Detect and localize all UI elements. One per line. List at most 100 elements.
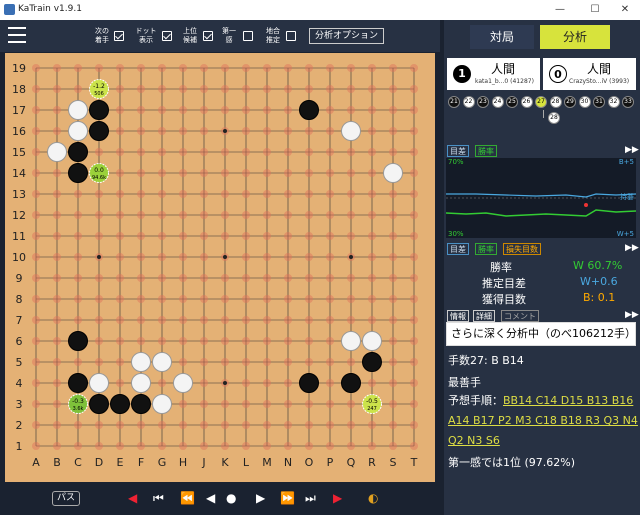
star-point: [97, 255, 101, 259]
move-node[interactable]: 22: [462, 96, 475, 108]
back-one-icon[interactable]: ◀: [206, 490, 215, 506]
black-stone: [299, 100, 319, 120]
policy-checkbox[interactable]: [243, 31, 253, 41]
stats-tab-winrate[interactable]: 勝率: [475, 243, 497, 255]
column-label: G: [158, 456, 167, 469]
move-node[interactable]: 29: [564, 96, 576, 108]
ownership-dot: [410, 85, 418, 93]
ownership-dot: [284, 400, 292, 408]
menu-icon[interactable]: [8, 27, 26, 43]
move-node[interactable]: 33: [622, 96, 634, 108]
info-tab[interactable]: 情報: [447, 310, 469, 322]
ownership-dot: [368, 190, 376, 198]
analysis-options-button[interactable]: 分析オプション: [309, 28, 384, 44]
ownership-dot: [389, 421, 397, 429]
ownership-dot: [221, 274, 229, 282]
hint-score: -0.5: [366, 398, 378, 405]
pv-link-1[interactable]: BB14 C14 D15 B13 B16: [503, 394, 633, 407]
move-node[interactable]: 21: [448, 96, 460, 108]
maximize-button[interactable]: ☐: [580, 1, 610, 19]
minimize-button[interactable]: —: [545, 1, 575, 19]
timeline-slider[interactable]: ●: [226, 490, 236, 506]
pass-button[interactable]: パス: [52, 491, 80, 506]
ownership-dot: [263, 295, 271, 303]
prev-mistake-icon[interactable]: ◀: [128, 490, 137, 506]
tab-play[interactable]: 対局: [470, 25, 534, 49]
back-ten-icon[interactable]: ⏪: [180, 490, 195, 506]
move-node[interactable]: 31: [593, 96, 605, 108]
ownership-dot: [410, 64, 418, 72]
move-node[interactable]: 27: [535, 96, 547, 108]
deep-analysis-button[interactable]: さらに深く分析中（のべ106212手）: [446, 322, 636, 346]
move-node[interactable]: 30: [578, 96, 591, 108]
ownership-dot: [263, 169, 271, 177]
move-node[interactable]: 28: [548, 112, 560, 124]
collapse-icon[interactable]: ▶▶: [625, 145, 639, 155]
white-stone: [68, 121, 88, 141]
first-move-icon[interactable]: ⏮: [153, 490, 164, 506]
go-board[interactable]: A B C D E F G H J K L M N O P Q R S T 19 18 17 16 15 14 13 12 11 10 9…: [5, 53, 435, 482]
ownership-dot: [221, 400, 229, 408]
tab-analysis[interactable]: 分析: [540, 25, 610, 49]
ownership-dot: [242, 85, 250, 93]
white-stone: [341, 331, 361, 351]
close-button[interactable]: ✕: [610, 1, 640, 19]
title-bar: KaTrain v1.9.1 — ☐ ✕: [0, 0, 640, 20]
ownership-dot: [242, 358, 250, 366]
move-node[interactable]: 24: [491, 96, 504, 108]
ownership-dot: [242, 253, 250, 261]
hint-visits: 3.6k: [73, 406, 84, 412]
ownership-dot: [74, 211, 82, 219]
ownership-dot: [95, 442, 103, 450]
ownership-dot: [389, 148, 397, 156]
next-move-checkbox[interactable]: [114, 31, 124, 41]
pv-label: 予想手順：: [448, 394, 503, 407]
detail-tab[interactable]: 詳細: [473, 310, 495, 322]
move-node[interactable]: 26: [520, 96, 533, 108]
points-label: 獲得目数: [482, 293, 526, 306]
stats-tab-points-lost[interactable]: 損失目数: [503, 243, 541, 255]
ownership-dot: [263, 358, 271, 366]
ownership-dot: [137, 274, 145, 282]
ownership-dot: [305, 211, 313, 219]
ownership-dot: [200, 442, 208, 450]
pv-link-3[interactable]: Q2 N3 S6: [448, 434, 500, 448]
forward-ten-icon[interactable]: ⏩: [280, 490, 295, 506]
ownership-dot: [284, 64, 292, 72]
graph-tab-score[interactable]: 目差: [447, 145, 469, 157]
dots-checkbox[interactable]: [162, 31, 172, 41]
ownership-dot: [116, 148, 124, 156]
ownership-dot: [158, 379, 166, 387]
black-player-box[interactable]: 1 人間 kata1_b...0 (41287): [447, 58, 540, 90]
ownership-dot: [389, 190, 397, 198]
ownership-dot: [305, 274, 313, 282]
collapse-info-icon[interactable]: ▶▶: [625, 310, 639, 320]
ownership-dot: [179, 148, 187, 156]
graph-tab-winrate[interactable]: 勝率: [475, 145, 497, 157]
forward-one-icon[interactable]: ▶: [256, 490, 265, 506]
rotate-board-icon[interactable]: ◐: [368, 490, 378, 506]
stats-tab-score[interactable]: 目差: [447, 243, 469, 255]
ownership-dot: [284, 358, 292, 366]
white-player-box[interactable]: 0 人間 CrazySto...iV (3993): [543, 58, 636, 90]
ownership-dot: [263, 253, 271, 261]
winrate-graph[interactable]: 70% B+5 持碁 30% W+5: [445, 158, 637, 238]
pv-link-2[interactable]: A14 B17 P2 M3 C18 B18 R3 Q3 N4: [448, 414, 638, 428]
ownership-dot: [179, 127, 187, 135]
board-svg[interactable]: A B C D E F G H J K L M N O P Q R S T191817161514131211109…: [5, 53, 435, 482]
last-move-icon[interactable]: ⏭: [305, 490, 316, 506]
black-stone: [68, 331, 88, 351]
top-moves-checkbox[interactable]: [203, 31, 213, 41]
collapse-stats-icon[interactable]: ▶▶: [625, 243, 639, 253]
move-node[interactable]: 23: [477, 96, 489, 108]
ownership-dot: [116, 442, 124, 450]
comment-tab[interactable]: コメント: [501, 310, 539, 322]
ownership-dot: [32, 232, 40, 240]
next-mistake-icon[interactable]: ▶: [333, 490, 342, 506]
move-node[interactable]: 25: [506, 96, 518, 108]
territory-checkbox[interactable]: [286, 31, 296, 41]
move-node[interactable]: 32: [607, 96, 620, 108]
ownership-dot: [32, 295, 40, 303]
move-node[interactable]: 28: [549, 96, 562, 108]
ownership-dot: [242, 421, 250, 429]
